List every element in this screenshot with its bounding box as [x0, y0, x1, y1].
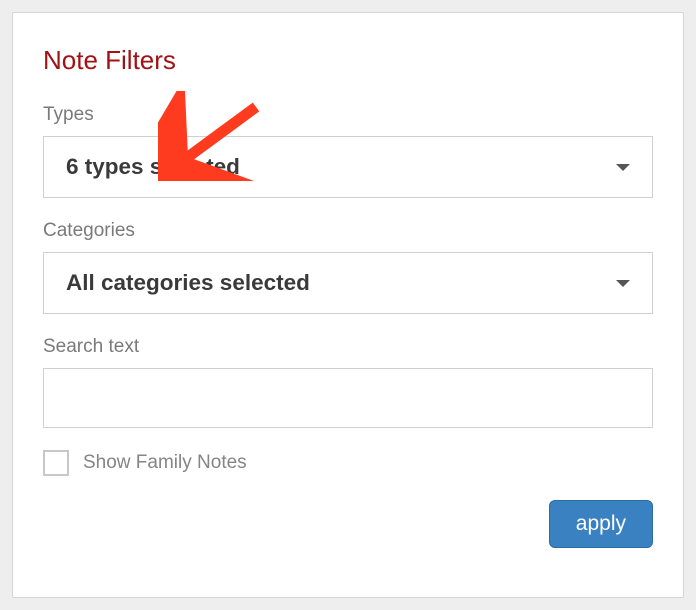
actions-row: apply [43, 500, 653, 548]
panel-title: Note Filters [43, 45, 653, 76]
show-family-notes-row[interactable]: Show Family Notes [43, 450, 653, 476]
types-dropdown[interactable]: 6 types selected [43, 136, 653, 198]
apply-button[interactable]: apply [549, 500, 653, 548]
caret-down-icon [616, 280, 630, 287]
categories-dropdown[interactable]: All categories selected [43, 252, 653, 314]
types-label: Types [43, 104, 653, 126]
search-label: Search text [43, 336, 653, 358]
show-family-notes-label: Show Family Notes [83, 452, 247, 474]
types-selected-text: 6 types selected [66, 154, 240, 180]
search-input[interactable] [43, 368, 653, 428]
categories-label: Categories [43, 220, 653, 242]
note-filters-panel: Note Filters Types 6 types selected Cate… [12, 12, 684, 598]
categories-selected-text: All categories selected [66, 270, 310, 296]
caret-down-icon [616, 164, 630, 171]
show-family-notes-checkbox[interactable] [43, 450, 69, 476]
